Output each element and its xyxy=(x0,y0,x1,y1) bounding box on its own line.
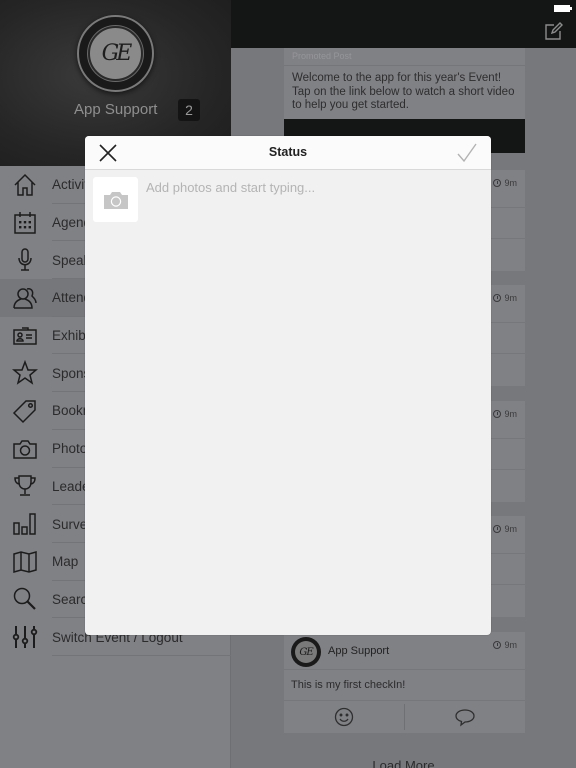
post-timestamp: 9m xyxy=(493,640,517,650)
ge-logo-icon: GE xyxy=(88,26,143,81)
map-icon xyxy=(12,549,38,575)
comment-button[interactable] xyxy=(405,701,525,733)
modal-title: Status xyxy=(268,145,308,159)
post-timestamp: 9m xyxy=(493,524,517,534)
like-button[interactable] xyxy=(284,701,404,733)
camera-icon xyxy=(103,191,128,209)
clock-icon xyxy=(493,641,502,649)
post-timestamp: 9m xyxy=(493,293,517,303)
post-body: This is my first checkIn! xyxy=(284,670,525,701)
post-author[interactable]: App Support xyxy=(328,645,389,657)
clock-icon xyxy=(493,294,502,302)
ge-logo-icon: GE xyxy=(295,641,317,663)
sliders-icon xyxy=(12,624,38,650)
clock-icon xyxy=(493,525,502,533)
profile-name[interactable]: App Support xyxy=(74,101,157,118)
post-timestamp: 9m xyxy=(493,178,517,188)
post-time: 9m xyxy=(504,409,517,419)
microphone-icon xyxy=(12,247,38,273)
id-card-icon xyxy=(12,323,38,349)
sidebar-item-label: Map xyxy=(52,554,79,570)
post-time: 9m xyxy=(504,524,517,534)
calendar-icon xyxy=(12,210,38,236)
avatar[interactable]: GE xyxy=(291,637,321,667)
promoted-post-body: Welcome to the app for this year's Event… xyxy=(292,72,515,111)
post-time: 9m xyxy=(504,178,517,188)
camera-icon xyxy=(12,436,38,462)
clock-icon xyxy=(493,410,502,418)
tag-icon xyxy=(12,398,38,424)
post-actions xyxy=(284,701,525,733)
people-icon xyxy=(12,285,38,311)
status-modal: Status xyxy=(85,136,491,635)
feed-post-card[interactable]: GE App Support 9m This is my first check… xyxy=(284,632,525,733)
top-bar xyxy=(231,0,576,48)
post-timestamp: 9m xyxy=(493,409,517,419)
profile-logo[interactable]: GE xyxy=(77,15,154,92)
home-icon xyxy=(12,172,38,198)
add-photo-button[interactable] xyxy=(93,177,138,222)
search-icon xyxy=(12,586,38,612)
notification-badge[interactable]: 2 xyxy=(178,99,200,121)
speech-bubble-icon xyxy=(455,709,475,727)
compose-icon[interactable] xyxy=(544,22,563,41)
battery-full-icon xyxy=(554,5,572,12)
bar-chart-icon xyxy=(12,511,38,537)
post-header: GE App Support 9m xyxy=(284,632,525,670)
post-time: 9m xyxy=(504,293,517,303)
star-icon xyxy=(11,360,39,386)
smiley-icon xyxy=(334,707,354,727)
promoted-post-label: Promoted Post xyxy=(284,48,525,66)
divider xyxy=(52,654,231,656)
clock-icon xyxy=(493,179,502,187)
checkmark-icon[interactable] xyxy=(456,142,478,164)
logo-text: GE xyxy=(101,41,133,66)
status-input[interactable] xyxy=(146,177,481,197)
trophy-icon xyxy=(12,473,38,499)
modal-header: Status xyxy=(85,136,491,170)
load-more-button[interactable]: Load More xyxy=(231,758,576,768)
post-time: 9m xyxy=(504,640,517,650)
